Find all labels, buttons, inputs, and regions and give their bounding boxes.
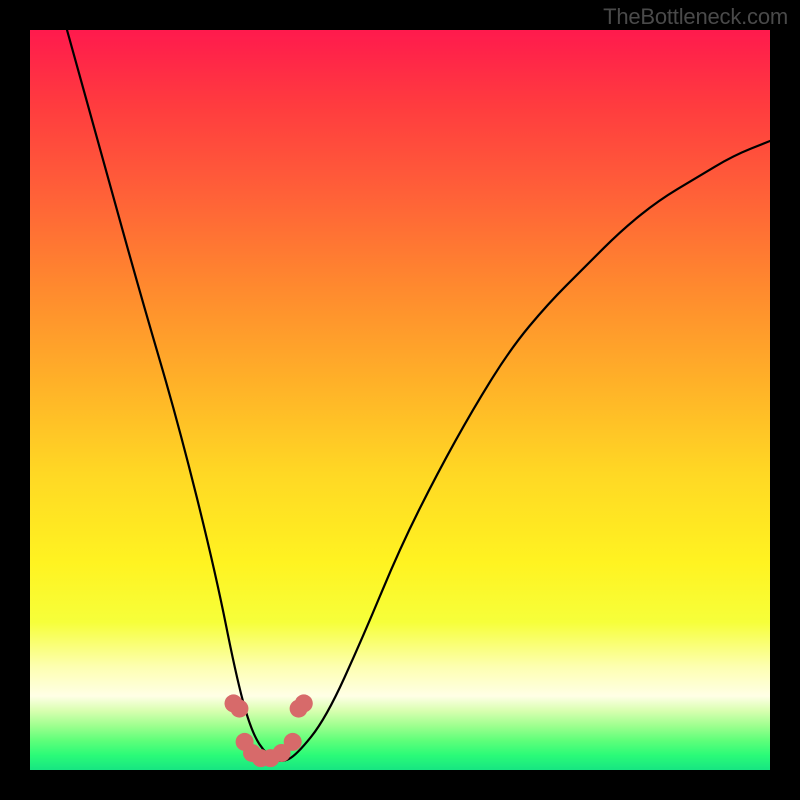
plot-area [30, 30, 770, 770]
marker-dots-group [225, 694, 313, 767]
chart-frame: TheBottleneck.com [0, 0, 800, 800]
marker-dot [230, 700, 248, 718]
watermark-text: TheBottleneck.com [603, 4, 788, 30]
bottleneck-curve-svg [30, 30, 770, 770]
marker-dot [295, 694, 313, 712]
bottleneck-curve [67, 30, 770, 761]
marker-dot [284, 733, 302, 751]
